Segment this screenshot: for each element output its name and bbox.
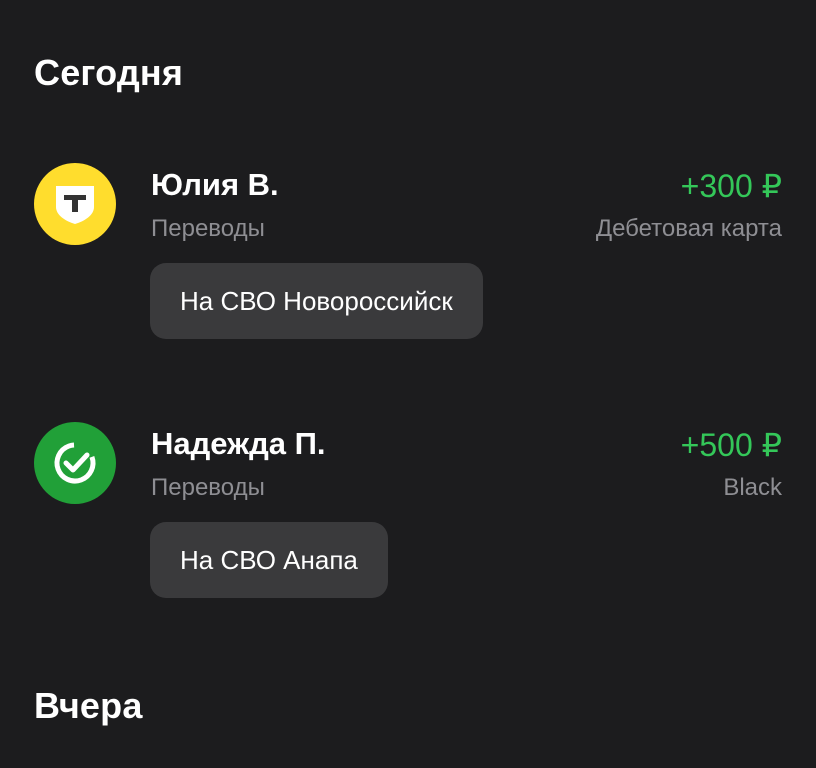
operation-item[interactable]: Юлия В. Переводы +300 ₽ Дебетовая карта … xyxy=(0,163,816,343)
sender-name: Юлия В. xyxy=(151,167,279,202)
section-title-today: Сегодня xyxy=(34,52,184,93)
account-name: Дебетовая карта xyxy=(595,215,782,242)
tbank-shield-icon xyxy=(34,163,116,245)
sender-name: Надежда П. xyxy=(151,426,326,461)
transfer-comment: На СВО Новороссийск xyxy=(150,263,483,339)
section-title-yesterday: Вчера xyxy=(34,685,143,726)
operation-amount: +500 ₽ xyxy=(680,427,782,463)
operation-category: Переводы xyxy=(151,215,265,242)
operation-item[interactable]: Надежда П. Переводы +500 ₽ Black На СВО … xyxy=(0,422,816,602)
operation-amount: +300 ₽ xyxy=(680,168,782,204)
account-name: Black xyxy=(723,474,782,501)
operation-category: Переводы xyxy=(151,474,265,501)
operations-screen: Сегодня Юлия В. Переводы +300 ₽ Дебетова… xyxy=(0,0,816,768)
transfer-comment: На СВО Анапа xyxy=(150,522,388,598)
sber-check-icon xyxy=(34,422,116,504)
